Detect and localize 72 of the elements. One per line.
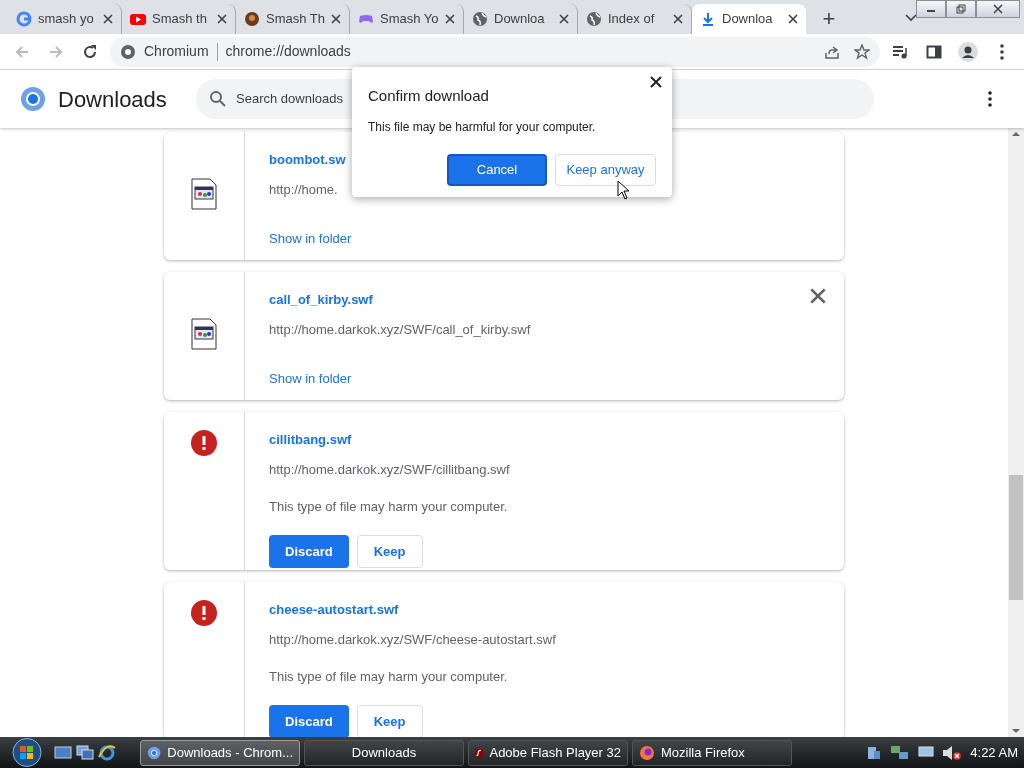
- new-tab-button[interactable]: +: [814, 4, 844, 34]
- discard-button[interactable]: Discard: [269, 704, 349, 737]
- site-label: Chromium: [144, 42, 209, 61]
- file-link[interactable]: boombot.sw: [269, 150, 346, 170]
- close-icon[interactable]: [810, 288, 826, 304]
- close-icon[interactable]: [673, 14, 683, 24]
- file-link[interactable]: cillitbang.swf: [269, 430, 352, 450]
- muted-speaker-icon[interactable]: [942, 744, 963, 761]
- keep-button[interactable]: Keep: [356, 704, 423, 737]
- close-icon[interactable]: [445, 14, 455, 24]
- close-icon[interactable]: [217, 14, 227, 24]
- sync-icon[interactable]: [890, 744, 911, 761]
- url-text: chrome://downloads: [225, 42, 351, 61]
- url-text: http://home.: [269, 180, 338, 199]
- cancel-button[interactable]: Cancel: [447, 153, 547, 186]
- minimize-button[interactable]: [916, 0, 946, 18]
- warning-icon: [191, 430, 217, 456]
- forward-arrow-icon: [48, 43, 64, 60]
- url-text: http://home.darkok.xyz/SWF/cheese-autostart.swf: [269, 630, 556, 649]
- firefox-icon: [639, 744, 655, 761]
- taskbar-button[interactable]: Downloads: [304, 739, 464, 766]
- url-text: http://home.darkok.xyz/SWF/call_of_kirby.swf: [269, 320, 531, 339]
- taskbar-button[interactable]: Adobe Flash Player 32: [468, 739, 628, 766]
- taskbar-button[interactable]: Downloads - Chrom...: [140, 739, 300, 766]
- chevron-down-icon[interactable]: [904, 12, 918, 23]
- chromium-icon: [120, 43, 136, 60]
- url-text: http://home.darkok.xyz/SWF/cillitbang.swf: [269, 460, 510, 479]
- dialog-message: This file may be harmful for your computer.: [368, 118, 597, 136]
- back-arrow-icon: [14, 43, 30, 60]
- globe-icon: [586, 11, 602, 27]
- close-icon[interactable]: [103, 14, 113, 24]
- ie-icon[interactable]: [98, 743, 116, 762]
- browser-tab[interactable]: Downloa: [692, 4, 806, 34]
- desktop-icon[interactable]: [54, 744, 72, 761]
- download-icon: [700, 11, 716, 27]
- show-in-folder-link[interactable]: Show in folder: [269, 229, 352, 249]
- clock-text: 4:22 AM: [970, 743, 1018, 762]
- avatar-icon: [244, 11, 260, 27]
- close-button[interactable]: [976, 0, 1020, 18]
- search-icon: [209, 90, 227, 108]
- file-link[interactable]: cheese-autostart.swf: [269, 600, 399, 620]
- keep-button[interactable]: Keep: [356, 534, 423, 568]
- close-icon[interactable]: [788, 14, 798, 24]
- close-icon[interactable]: [650, 76, 662, 88]
- windows-icon[interactable]: [76, 744, 94, 761]
- taskbar-button[interactable]: Mozilla Firefox: [632, 739, 792, 766]
- discard-button[interactable]: Discard: [269, 534, 349, 568]
- close-icon: [993, 4, 1003, 14]
- play-icon: [130, 11, 146, 27]
- close-icon[interactable]: [559, 14, 569, 24]
- address-bar[interactable]: Chromium chrome://downloads: [110, 36, 880, 67]
- chromium-icon: [147, 744, 162, 761]
- file-icon: [191, 318, 217, 350]
- restore-icon: [956, 4, 966, 14]
- warning-text: This type of file may harm your computer.: [269, 498, 509, 516]
- reload-icon: [82, 43, 98, 60]
- keep-anyway-button[interactable]: Keep anyway: [555, 153, 656, 186]
- warning-text: This type of file may harm your computer.: [269, 668, 509, 686]
- dialog-title: Confirm download: [368, 86, 490, 106]
- network-icon[interactable]: [866, 744, 883, 761]
- google-icon: [16, 11, 32, 27]
- close-icon[interactable]: [331, 14, 341, 24]
- globe-icon: [472, 11, 488, 27]
- page-title: Downloads: [58, 85, 168, 114]
- star-icon[interactable]: [854, 43, 870, 60]
- file-icon: [191, 178, 217, 210]
- share-icon[interactable]: [824, 43, 840, 60]
- show-in-folder-link[interactable]: Show in folder: [269, 369, 352, 389]
- file-link[interactable]: call_of_kirby.swf: [269, 290, 373, 310]
- warning-icon: [191, 600, 217, 626]
- restore-button[interactable]: [946, 0, 976, 18]
- chromium-logo-icon: [20, 86, 46, 112]
